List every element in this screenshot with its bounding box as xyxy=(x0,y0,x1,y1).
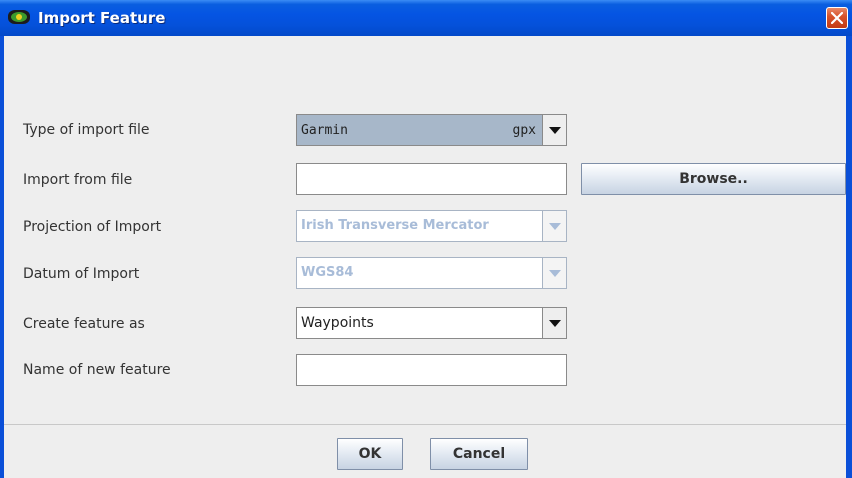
import-type-value: Garmin xyxy=(301,123,348,138)
chevron-down-icon xyxy=(549,270,561,277)
datum-select: WGS84 xyxy=(296,257,567,289)
feature-type-value: Waypoints xyxy=(301,315,374,331)
import-file-field[interactable] xyxy=(296,163,567,195)
import-type-extension: gpx xyxy=(512,123,536,138)
eye-app-icon xyxy=(8,10,30,24)
datum-value: WGS84 xyxy=(301,265,354,280)
title-bar[interactable]: Import Feature xyxy=(0,0,852,36)
window-title: Import Feature xyxy=(38,9,166,27)
datum-label: Datum of Import xyxy=(23,266,140,282)
projection-value: Irish Transverse Mercator xyxy=(301,218,489,233)
close-icon xyxy=(831,12,843,24)
chevron-down-icon xyxy=(549,127,561,134)
feature-name-label: Name of new feature xyxy=(23,362,171,378)
feature-type-label: Create feature as xyxy=(23,316,145,332)
chevron-down-icon xyxy=(549,320,561,327)
browse-button[interactable]: Browse.. xyxy=(581,163,846,195)
ok-button[interactable]: OK xyxy=(337,438,403,470)
close-button[interactable] xyxy=(826,7,848,29)
dropdown-button[interactable] xyxy=(542,308,566,338)
projection-label: Projection of Import xyxy=(23,219,162,235)
projection-select: Irish Transverse Mercator xyxy=(296,210,567,242)
chevron-down-icon xyxy=(549,223,561,230)
dropdown-button[interactable] xyxy=(542,115,566,145)
dropdown-button xyxy=(542,258,566,288)
import-feature-dialog: Import Feature Type of import file Impor… xyxy=(0,0,852,478)
import-file-label: Import from file xyxy=(23,172,133,188)
import-type-select[interactable]: Garmin gpx xyxy=(296,114,567,146)
cancel-button[interactable]: Cancel xyxy=(430,438,528,470)
feature-type-select[interactable]: Waypoints xyxy=(296,307,567,339)
import-type-label: Type of import file xyxy=(23,122,150,138)
dialog-footer: OK Cancel xyxy=(4,424,846,478)
feature-name-field[interactable] xyxy=(296,354,567,386)
dialog-content: Type of import file Import from file Pro… xyxy=(4,36,846,478)
dropdown-button xyxy=(542,211,566,241)
